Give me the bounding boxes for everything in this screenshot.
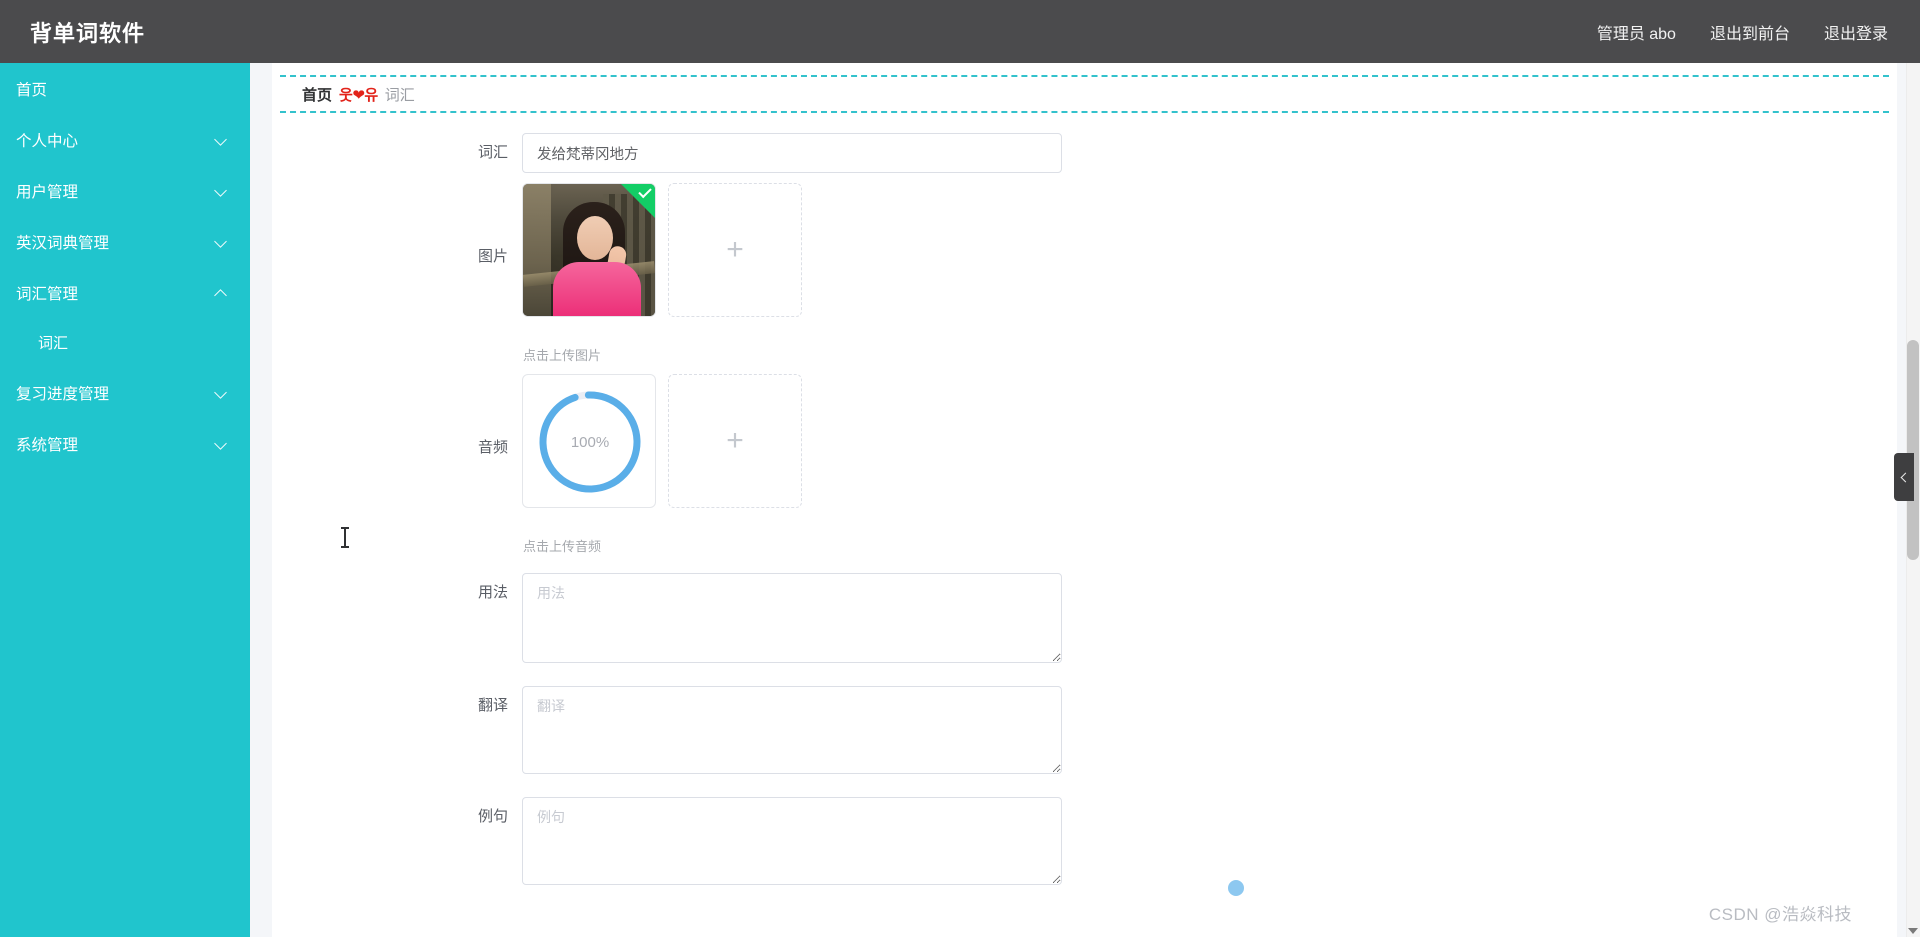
header-admin-user[interactable]: 管理员 abo bbox=[1597, 20, 1676, 44]
header-exit-to-frontend[interactable]: 退出到前台 bbox=[1710, 20, 1790, 44]
app-brand-title: 背单词软件 bbox=[30, 20, 146, 46]
word-control bbox=[522, 133, 1897, 173]
sidebar-item-dictionary-management[interactable]: 英汉词典管理 bbox=[0, 216, 250, 267]
breadcrumb-separator-icon: 웃❤유 bbox=[339, 86, 378, 104]
chevron-left-icon bbox=[1900, 472, 1911, 482]
audio-label: 音频 bbox=[477, 439, 508, 456]
content-area: 首页 웃❤유 词汇 词汇 图片 bbox=[250, 63, 1920, 937]
image-hint-row: 点击上传图片 bbox=[272, 331, 1897, 364]
image-label: 图片 bbox=[477, 248, 508, 265]
sidebar-subitem-vocabulary[interactable]: 词汇 bbox=[0, 318, 250, 367]
chevron-down-icon bbox=[215, 133, 228, 146]
example-label: 例句 bbox=[477, 808, 508, 825]
sidebar-item-label: 首页 bbox=[16, 81, 48, 99]
sidebar-item-label: 复习进度管理 bbox=[16, 385, 110, 403]
sidebar-item-label: 系统管理 bbox=[16, 436, 79, 454]
translation-textarea[interactable] bbox=[522, 686, 1062, 774]
header-logout[interactable]: 退出登录 bbox=[1824, 20, 1888, 44]
image-control: + bbox=[522, 183, 1897, 317]
content-card: 首页 웃❤유 词汇 词汇 图片 bbox=[272, 63, 1897, 937]
image-upload-hint: 点击上传图片 bbox=[523, 348, 602, 363]
example-control bbox=[522, 797, 1897, 896]
chevron-down-icon bbox=[215, 235, 228, 248]
form-row-audio: 音频 100% + bbox=[272, 374, 1897, 522]
audio-progress-ring: 100% bbox=[523, 375, 655, 507]
audio-progress-tile[interactable]: 100% bbox=[522, 374, 656, 508]
audio-upload-strip: 100% + bbox=[522, 374, 1897, 508]
form-row-word: 词汇 bbox=[272, 133, 1897, 173]
watermark-text: CSDN @浩焱科技 bbox=[1708, 905, 1852, 924]
scroll-down-arrow-icon[interactable] bbox=[1908, 928, 1918, 934]
usage-label: 用法 bbox=[477, 584, 508, 601]
sidebar-subitem-label: 词汇 bbox=[38, 335, 69, 352]
translation-control bbox=[522, 686, 1897, 779]
sidebar-item-user-management[interactable]: 用户管理 bbox=[0, 165, 250, 216]
app-root: 背单词软件 管理员 abo 退出到前台 退出登录 首页 个人中心 用户管理 英汉… bbox=[0, 0, 1920, 937]
mouse-text-cursor bbox=[341, 527, 349, 548]
translation-label: 翻译 bbox=[477, 697, 508, 714]
image-thumbnail[interactable] bbox=[522, 183, 656, 317]
breadcrumb: 首页 웃❤유 词汇 bbox=[280, 75, 1889, 113]
sidebar-item-label: 个人中心 bbox=[16, 132, 79, 150]
word-input[interactable] bbox=[522, 133, 1062, 173]
example-textarea[interactable] bbox=[522, 797, 1062, 885]
sidebar-item-label: 词汇管理 bbox=[16, 285, 79, 303]
sidebar-nav: 首页 个人中心 用户管理 英汉词典管理 词汇管理 词汇 复习进度管理 系统管理 bbox=[0, 63, 250, 937]
chevron-down-icon bbox=[215, 386, 228, 399]
top-header: 背单词软件 管理员 abo 退出到前台 退出登录 bbox=[0, 0, 1920, 63]
vocabulary-form: 词汇 图片 bbox=[272, 113, 1897, 896]
word-label: 词汇 bbox=[477, 144, 508, 161]
form-row-example: 例句 bbox=[272, 797, 1897, 896]
audio-add-button[interactable]: + bbox=[668, 374, 802, 508]
sidebar-item-vocabulary-management[interactable]: 词汇管理 bbox=[0, 267, 250, 318]
audio-control: 100% + bbox=[522, 374, 1897, 508]
decorative-dot bbox=[1228, 880, 1244, 896]
form-row-translation: 翻译 bbox=[272, 686, 1897, 779]
sidebar-item-personal-center[interactable]: 个人中心 bbox=[0, 114, 250, 165]
sidebar-item-label: 英汉词典管理 bbox=[16, 234, 110, 252]
sidebar-item-system-management[interactable]: 系统管理 bbox=[0, 418, 250, 469]
header-actions: 管理员 abo 退出到前台 退出登录 bbox=[1597, 20, 1920, 44]
panel-collapse-handle[interactable] bbox=[1894, 453, 1914, 501]
chevron-down-icon bbox=[215, 437, 228, 450]
audio-hint-row: 点击上传音频 bbox=[272, 522, 1897, 555]
image-add-button[interactable]: + bbox=[668, 183, 802, 317]
sidebar-item-review-progress-management[interactable]: 复习进度管理 bbox=[0, 367, 250, 418]
audio-upload-hint: 点击上传音频 bbox=[523, 539, 602, 554]
breadcrumb-home-link[interactable]: 首页 bbox=[302, 84, 332, 105]
form-row-image: 图片 + bbox=[272, 183, 1897, 331]
form-row-usage: 用法 bbox=[272, 573, 1897, 668]
page-scrollbar-thumb[interactable] bbox=[1907, 340, 1919, 560]
sidebar-item-home[interactable]: 首页 bbox=[0, 63, 250, 114]
chevron-up-icon bbox=[215, 286, 228, 299]
usage-control bbox=[522, 573, 1897, 668]
usage-textarea[interactable] bbox=[522, 573, 1062, 663]
audio-progress-percent: 100% bbox=[570, 433, 610, 451]
breadcrumb-current: 词汇 bbox=[384, 86, 415, 104]
image-upload-strip: + bbox=[522, 183, 1897, 317]
sidebar-item-label: 用户管理 bbox=[16, 183, 79, 201]
chevron-down-icon bbox=[215, 184, 228, 197]
